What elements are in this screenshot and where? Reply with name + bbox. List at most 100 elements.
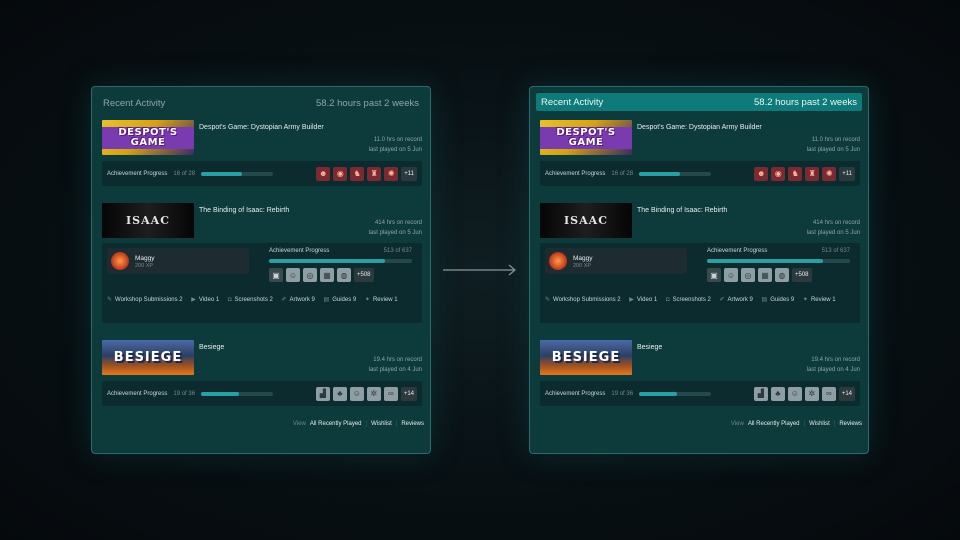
game-name[interactable]: Besiege (637, 344, 860, 351)
game-name[interactable]: Besiege (199, 344, 422, 351)
achievement-section[interactable]: Achievement Progress 513 of 637 ▣ ☺ ◎ ▦ … (269, 248, 412, 282)
game-name[interactable]: The Binding of Isaac: Rebirth (199, 207, 422, 214)
arena-icon[interactable]: ♜ (367, 166, 382, 181)
link-all-recently-played[interactable]: All Recently Played (748, 421, 800, 427)
achievement-progress (639, 391, 712, 396)
character-card[interactable]: Maggy 200 XP (107, 248, 249, 274)
grid-icon[interactable]: ▦ (320, 268, 334, 282)
face-icon[interactable]: ☺ (286, 268, 300, 282)
brush-icon: ✐ (719, 297, 725, 303)
stat-video[interactable]: ▶ Video 1 (629, 295, 657, 305)
game-row-besiege: BESIEGE Besiege 19.4 hrs on record last … (102, 340, 422, 406)
game-name[interactable]: Despot's Game: Dystopian Army Builder (637, 124, 860, 131)
capsule-logo-text: BESIEGE (551, 350, 621, 365)
link-all-recently-played[interactable]: All Recently Played (310, 421, 362, 427)
stat-artwork[interactable]: ✐ Artwork 9 (282, 295, 315, 305)
more-achievements[interactable]: +508 (354, 268, 374, 282)
achievement-label: Achievement Progress (107, 390, 168, 397)
achievement-section[interactable]: Achievement Progress 513 of 637 ▣ ☺ ◎ ▦ … (707, 248, 850, 282)
demon-icon[interactable]: ✺ (384, 166, 399, 181)
snowflake-icon[interactable]: ✲ (366, 386, 381, 401)
footer-links: View All Recently Played | Wishlist | Re… (731, 421, 862, 427)
stat-review[interactable]: ✦ Review 1 (365, 295, 398, 305)
capsule-logo-text: BESIEGE (113, 350, 183, 365)
tree-icon[interactable]: ♣ (770, 386, 785, 401)
achievement-label: Achievement Progress (707, 248, 768, 254)
infinity-icon[interactable]: ∞ (821, 386, 836, 401)
stat-workshop[interactable]: ✎ Workshop Submissions 2 (545, 295, 621, 305)
link-reviews[interactable]: Reviews (839, 421, 862, 427)
separator: | (803, 421, 806, 427)
game-detail-box: Maggy 200 XP Achievement Progress 513 of… (540, 243, 860, 323)
game-capsule[interactable]: BESIEGE (102, 340, 194, 375)
character-card[interactable]: Maggy 200 XP (545, 248, 687, 274)
coin-icon[interactable]: ◍ (775, 268, 789, 282)
character-name: Maggy (573, 254, 593, 262)
more-achievements[interactable]: +11 (401, 166, 417, 181)
figure-icon[interactable]: ♞ (350, 166, 365, 181)
game-capsule[interactable]: ISAAC (540, 203, 632, 238)
grid-icon[interactable]: ▦ (758, 268, 772, 282)
character-name: Maggy (135, 254, 155, 262)
game-capsule[interactable]: BESIEGE (540, 340, 632, 375)
more-achievements[interactable]: +14 (838, 386, 855, 401)
eye-icon[interactable]: ◎ (741, 268, 755, 282)
stat-screenshots[interactable]: ◘ Screenshots 2 (666, 295, 711, 305)
skull-icon[interactable]: ☻ (316, 166, 331, 181)
infinity-icon[interactable]: ∞ (383, 386, 398, 401)
snowflake-icon[interactable]: ✲ (804, 386, 819, 401)
view-label: View (292, 421, 306, 427)
arena-icon[interactable]: ♜ (805, 166, 820, 181)
stat-video[interactable]: ▶ Video 1 (191, 295, 219, 305)
coin-icon[interactable]: ◍ (337, 268, 351, 282)
panel-title[interactable]: Recent Activity (541, 97, 603, 108)
more-achievements[interactable]: +11 (839, 166, 855, 181)
wrench-icon: ✎ (107, 297, 113, 303)
capsule-logo-text: DESPOT'S GAME (540, 126, 632, 149)
link-wishlist[interactable]: Wishlist (809, 421, 830, 427)
thumb-icon: ✦ (364, 297, 370, 303)
achievement-bar[interactable]: Achievement Progress 19 of 36 ▟ ♣ ☺ ✲ ∞ … (102, 381, 422, 406)
stat-guides[interactable]: ▤ Guides 9 (762, 295, 795, 305)
face-icon[interactable]: ☺ (349, 386, 364, 401)
more-achievements[interactable]: +14 (400, 386, 417, 401)
stat-screenshots[interactable]: ◘ Screenshots 2 (228, 295, 273, 305)
stat-review[interactable]: ✦ Review 1 (803, 295, 836, 305)
item-icon[interactable]: ▣ (707, 268, 721, 282)
stairs-icon[interactable]: ▟ (753, 386, 768, 401)
game-capsule[interactable]: DESPOT'S GAME (540, 120, 632, 155)
game-name[interactable]: The Binding of Isaac: Rebirth (637, 207, 860, 214)
link-wishlist[interactable]: Wishlist (371, 421, 392, 427)
game-capsule[interactable]: DESPOT'S GAME (102, 120, 194, 155)
community-stats: ✎ Workshop Submissions 2 ▶ Video 1 ◘ Screen… (545, 295, 855, 305)
skull-icon[interactable]: ☻ (754, 166, 769, 181)
game-capsule[interactable]: ISAAC (102, 203, 194, 238)
stat-guides[interactable]: ▤ Guides 9 (324, 295, 357, 305)
achievement-count: 16 of 28 (173, 170, 196, 177)
tree-icon[interactable]: ♣ (332, 386, 347, 401)
face-icon[interactable]: ☺ (787, 386, 802, 401)
crab-icon[interactable]: ◉ (771, 166, 786, 181)
stat-artwork[interactable]: ✐ Artwork 9 (720, 295, 753, 305)
capsule-logo-text: DESPOT'S GAME (102, 126, 194, 149)
stairs-icon[interactable]: ▟ (315, 386, 330, 401)
link-reviews[interactable]: Reviews (401, 421, 424, 427)
achievement-bar[interactable]: Achievement Progress 16 of 28 ☻ ◉ ♞ ♜ ✺ … (540, 161, 860, 186)
achievement-bar[interactable]: Achievement Progress 16 of 28 ☻ ◉ ♞ ♜ ✺ … (102, 161, 422, 186)
crab-icon[interactable]: ◉ (333, 166, 348, 181)
separator: | (395, 421, 398, 427)
eye-icon[interactable]: ◎ (303, 268, 317, 282)
achievement-bar[interactable]: Achievement Progress 19 of 36 ▟ ♣ ☺ ✲ ∞ … (540, 381, 860, 406)
demon-icon[interactable]: ✺ (822, 166, 837, 181)
panel-title[interactable]: Recent Activity (103, 98, 165, 109)
item-icon[interactable]: ▣ (269, 268, 283, 282)
panel-header: Recent Activity 58.2 hours past 2 weeks (536, 93, 862, 111)
video-icon: ▶ (191, 297, 196, 303)
more-achievements[interactable]: +508 (792, 268, 812, 282)
achievement-label: Achievement Progress (107, 170, 168, 177)
face-icon[interactable]: ☺ (724, 268, 738, 282)
stat-workshop[interactable]: ✎ Workshop Submissions 2 (107, 295, 183, 305)
character-xp: 200 XP (135, 262, 154, 269)
figure-icon[interactable]: ♞ (788, 166, 803, 181)
game-name[interactable]: Despot's Game: Dystopian Army Builder (199, 124, 422, 131)
